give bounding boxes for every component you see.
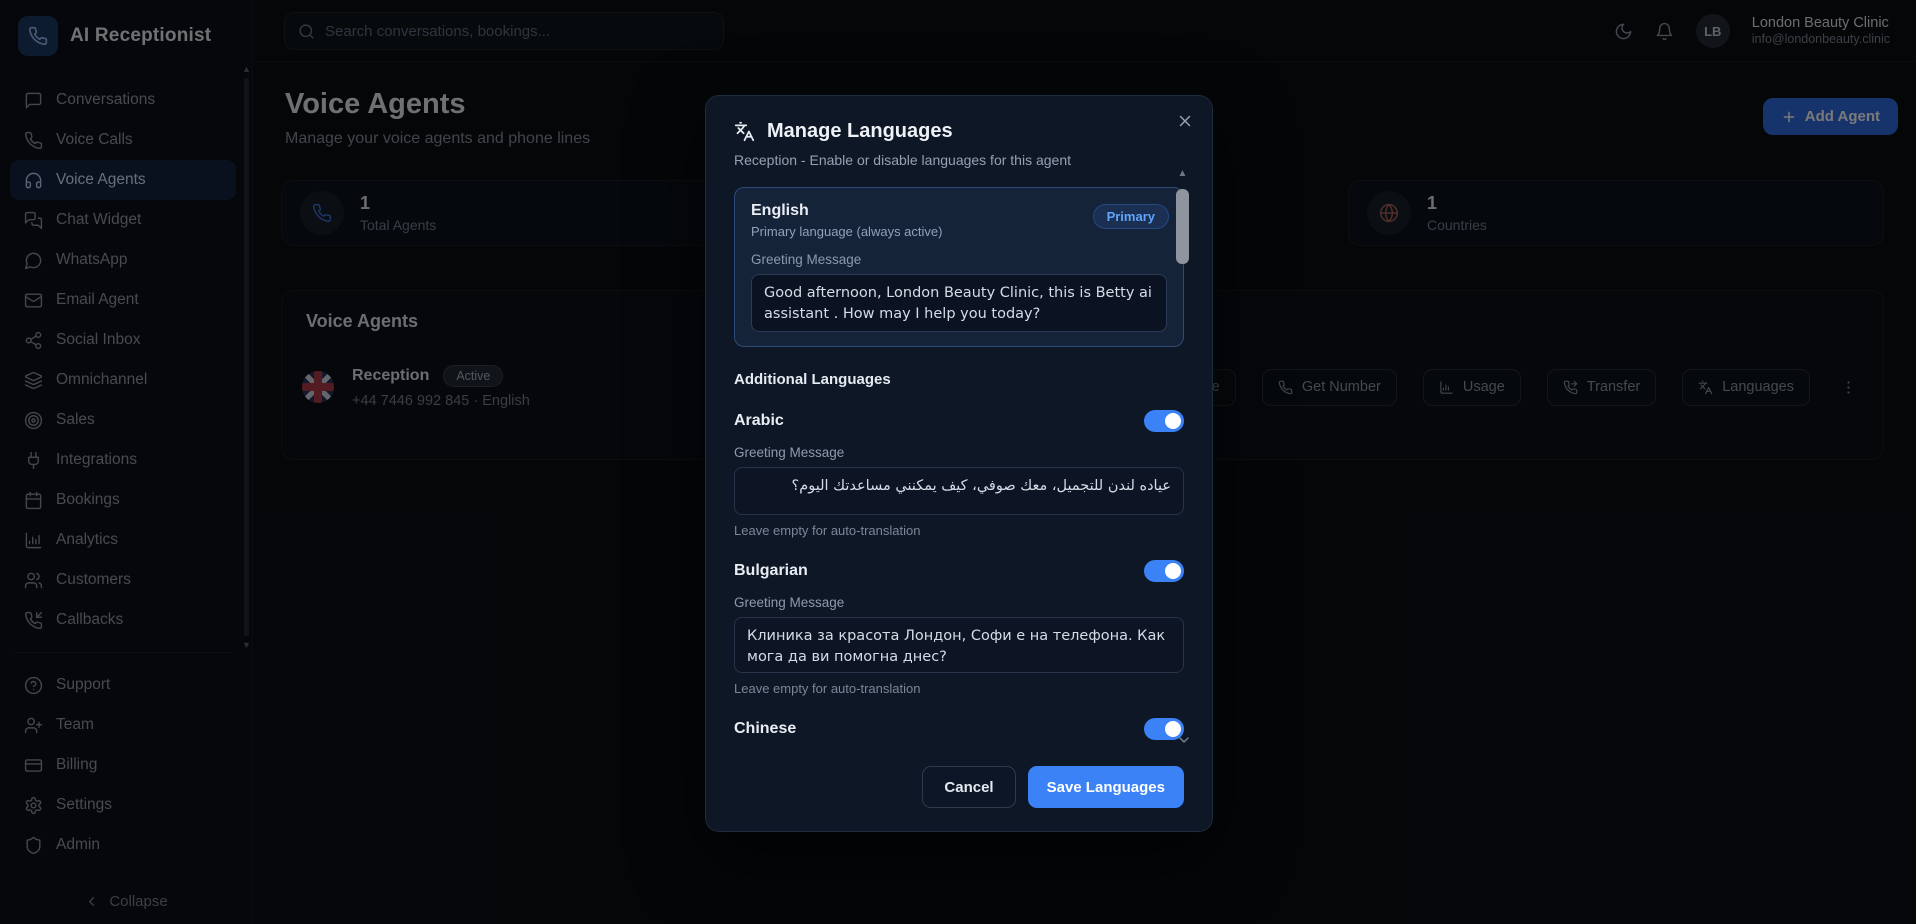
- language-name: Arabic: [734, 412, 784, 430]
- auto-translate-hint: Leave empty for auto-translation: [734, 523, 1184, 538]
- cancel-button[interactable]: Cancel: [922, 766, 1015, 808]
- modal-scroll-up-icon[interactable]: ▲: [1176, 168, 1189, 179]
- primary-badge: Primary: [1093, 204, 1169, 229]
- bulgarian-toggle[interactable]: [1144, 560, 1184, 582]
- greeting-message-label: Greeting Message: [734, 445, 1184, 460]
- arabic-toggle[interactable]: [1144, 410, 1184, 432]
- bulgarian-language-block: Bulgarian Greeting Message Клиника за кр…: [734, 560, 1184, 696]
- close-icon[interactable]: [1176, 112, 1194, 130]
- modal-scrollbar-thumb[interactable]: [1176, 189, 1189, 264]
- english-language-card: English Primary language (always active)…: [734, 187, 1184, 347]
- manage-languages-modal: Manage Languages Reception - Enable or d…: [705, 95, 1213, 832]
- arabic-greeting-textarea[interactable]: عياده لندن للتجميل، معك صوفي، كيف يمكنني…: [734, 467, 1184, 515]
- language-name: Bulgarian: [734, 562, 808, 580]
- languages-icon: [734, 121, 755, 142]
- language-name: Chinese: [734, 720, 796, 738]
- arabic-language-block: Arabic Greeting Message عياده لندن للتجم…: [734, 410, 1184, 538]
- modal-title: Manage Languages: [767, 120, 953, 143]
- chinese-language-block: Chinese Greeting Message 伦敦美容诊所，苏菲为您服务。今…: [734, 718, 1184, 755]
- greeting-message-label: Greeting Message: [734, 595, 1184, 610]
- toggle-knob: [1165, 413, 1181, 429]
- auto-translate-hint: Leave empty for auto-translation: [734, 681, 1184, 696]
- english-greeting-textarea[interactable]: Good afternoon, London Beauty Clinic, th…: [751, 274, 1167, 332]
- modal-subtitle: Reception - Enable or disable languages …: [734, 152, 1184, 168]
- greeting-message-label: Greeting Message: [751, 252, 1167, 267]
- app-window: AI Receptionist Conversations Voice Call…: [0, 0, 1916, 924]
- modal-footer: Cancel Save Languages: [706, 753, 1212, 831]
- modal-scroll-down-icon[interactable]: [1176, 732, 1192, 748]
- save-languages-button[interactable]: Save Languages: [1028, 766, 1184, 808]
- modal-header: Manage Languages Reception - Enable or d…: [706, 96, 1212, 168]
- additional-languages-heading: Additional Languages: [734, 371, 1184, 388]
- languages-scroll-area: English Primary language (always active)…: [706, 187, 1212, 755]
- bulgarian-greeting-textarea[interactable]: Клиника за красота Лондон, Софи е на тел…: [734, 617, 1184, 673]
- toggle-knob: [1165, 563, 1181, 579]
